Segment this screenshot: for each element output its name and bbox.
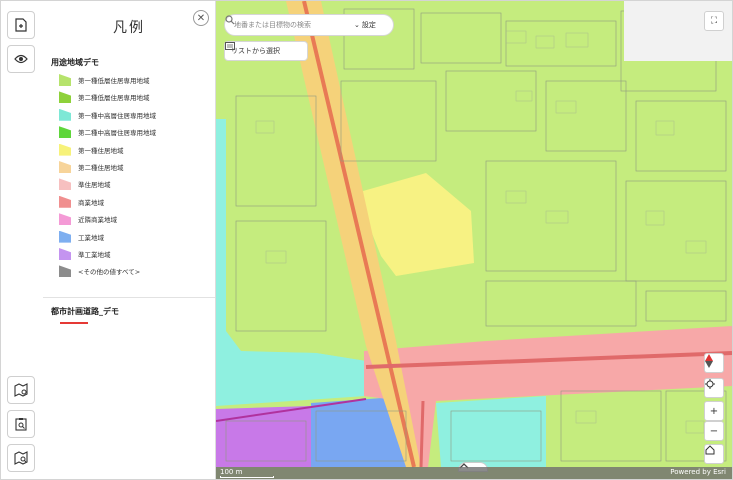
- chevron-down-icon: ⌄: [354, 21, 360, 29]
- legend-item-label: 第二種中高層住居専用地域: [78, 129, 156, 138]
- fullscreen-icon: ⛶: [710, 16, 718, 26]
- legend-swatch: [59, 178, 71, 191]
- zoom-in-button[interactable]: +: [704, 401, 724, 421]
- legend-swatch: [59, 108, 71, 121]
- select-from-list-button[interactable]: リストから選択: [224, 41, 308, 61]
- close-legend-button[interactable]: ✕: [193, 10, 209, 26]
- scale-line: [220, 476, 274, 478]
- zoom-out-button[interactable]: −: [704, 421, 724, 441]
- legend-item-label: 第二種低層住居専用地域: [78, 94, 150, 103]
- list-icon: [225, 42, 235, 50]
- legend-item: 準工業地域: [59, 248, 111, 260]
- legend-item-label: 工業地域: [78, 233, 104, 242]
- add-document-icon: [15, 18, 27, 32]
- zoning-section-title: 用途地域デモ: [51, 58, 99, 67]
- legend-item: 第一種中高層住居専用地域: [59, 108, 156, 121]
- search-bar[interactable]: ⌄ 設定: [224, 14, 394, 36]
- legend-item-label: 準住居地域: [78, 181, 111, 190]
- clipboard-search-icon: [15, 418, 27, 431]
- legend-item: <その他の値すべて>: [59, 265, 141, 278]
- legend-divider: [43, 297, 215, 298]
- map-canvas: [216, 1, 732, 479]
- road-legend-line: [60, 322, 88, 324]
- app-frame: 凡例 ✕ 用途地域デモ 第一種低層住居専用地域 第二種低層住居専用地域 第一種中高層…: [0, 0, 733, 480]
- legend-item: 第二種中高層住居専用地域: [59, 126, 156, 139]
- legend-item: 工業地域: [59, 230, 104, 243]
- legend-item: 第二種住居地域: [59, 161, 124, 173]
- legend-swatch: [59, 265, 71, 278]
- legend-item-label: 第一種中高層住居専用地域: [78, 111, 156, 120]
- legend-item: 第一種低層住居専用地域: [59, 74, 150, 86]
- legend-item: 商業地域: [59, 195, 104, 208]
- legend-panel: 凡例 ✕ 用途地域デモ 第一種低層住居専用地域 第二種低層住居専用地域 第一種中高層…: [43, 1, 216, 479]
- legend-item-label: 第一種住居地域: [78, 146, 124, 155]
- home-icon: [705, 445, 715, 455]
- map-pin-button[interactable]: [7, 376, 35, 404]
- search-settings-button[interactable]: ⌄ 設定: [354, 20, 376, 30]
- settings-label: 設定: [361, 21, 376, 29]
- legend-swatch: [59, 195, 71, 208]
- legend-item-label: <その他の値すべて>: [78, 268, 141, 277]
- fullscreen-button[interactable]: ⛶: [704, 11, 724, 31]
- map-search-button[interactable]: [7, 444, 35, 472]
- zoom-in-icon: +: [709, 405, 719, 417]
- legend-swatch: [59, 91, 71, 104]
- legend-swatch: [59, 248, 71, 260]
- eye-icon: [14, 54, 28, 64]
- legend-item: 準住居地域: [59, 178, 111, 191]
- legend-swatch: [59, 213, 71, 226]
- map-pin-icon: [14, 383, 28, 397]
- zoom-out-icon: −: [709, 425, 719, 437]
- legend-swatch: [59, 161, 71, 173]
- legend-swatch: [59, 143, 71, 156]
- legend-item-label: 商業地域: [78, 198, 104, 207]
- attribution-text: Powered by Esri: [670, 468, 726, 476]
- compass-button[interactable]: [704, 353, 724, 373]
- close-icon: ✕: [196, 12, 206, 24]
- left-toolbar: [1, 1, 44, 479]
- search-input[interactable]: [234, 21, 352, 29]
- clipboard-search-button[interactable]: [7, 410, 35, 438]
- legend-item-label: 第一種低層住居専用地域: [78, 77, 150, 85]
- legend-item: 第二種低層住居専用地域: [59, 91, 150, 104]
- legend-item: 第一種住居地域: [59, 143, 124, 156]
- legend-item-label: 第二種住居地域: [78, 164, 124, 172]
- legend-item-label: 準工業地域: [78, 251, 111, 259]
- locate-button[interactable]: [704, 378, 724, 398]
- home-button[interactable]: [704, 444, 724, 464]
- scale-attribution-bar: 100 m Powered by Esri: [216, 467, 732, 479]
- add-document-button[interactable]: [7, 11, 35, 39]
- select-from-list-label: リストから選択: [231, 47, 280, 55]
- legend-item-label: 近隣商業地域: [78, 216, 117, 225]
- legend-item: 近隣商業地域: [59, 213, 117, 226]
- compass-icon: [705, 354, 713, 368]
- locate-icon: [705, 379, 715, 389]
- search-icon: [225, 15, 235, 25]
- map-search-icon: [14, 451, 28, 465]
- legend-swatch: [59, 74, 71, 86]
- scale-label: 100 m: [220, 468, 243, 476]
- road-section-title: 都市計画道路_デモ: [51, 307, 119, 316]
- visibility-button[interactable]: [7, 45, 35, 73]
- legend-swatch: [59, 126, 71, 139]
- map-view[interactable]: ⌄ 設定 リストから選択 ⛶ +: [216, 1, 732, 479]
- legend-swatch: [59, 230, 71, 243]
- legend-title: 凡例: [113, 20, 145, 36]
